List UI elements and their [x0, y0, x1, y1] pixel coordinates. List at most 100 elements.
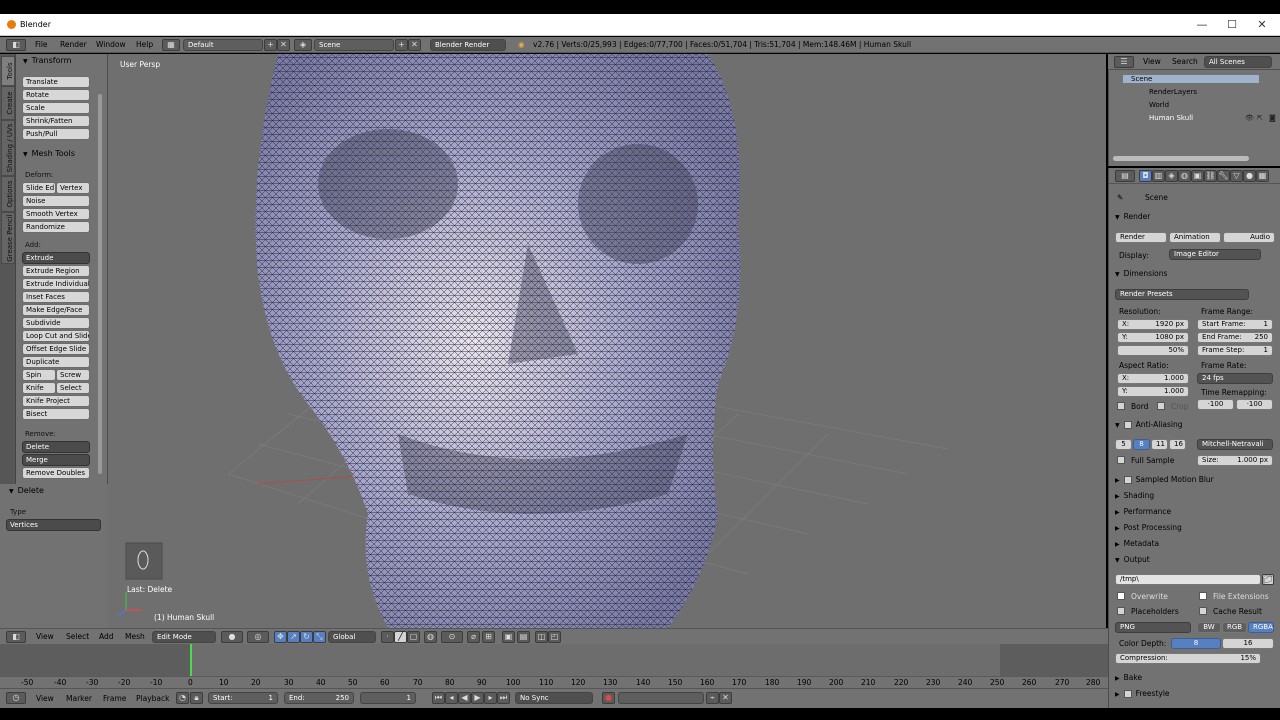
remove-layout-icon[interactable]: ✕	[277, 39, 290, 51]
snap-icon[interactable]: ⌀	[467, 631, 480, 643]
placeholders-checkbox[interactable]	[1117, 607, 1125, 615]
rotate-button[interactable]: Rotate	[22, 89, 90, 101]
aa-samples-5[interactable]: 5	[1115, 439, 1132, 450]
knife-project-button[interactable]: Knife Project	[22, 395, 90, 407]
randomize-button[interactable]: Randomize	[22, 221, 90, 233]
output-panel-header[interactable]: ▼ Output	[1115, 555, 1150, 564]
render-context-icon[interactable]: ◘	[1139, 170, 1152, 182]
remove-doubles-button[interactable]: Remove Doubles	[22, 467, 90, 479]
snap-element-icon[interactable]: ⊞	[482, 631, 495, 643]
delete-menu[interactable]: Delete	[22, 441, 90, 453]
color-depth-8-button[interactable]: 8	[1171, 638, 1221, 649]
delete-type-select[interactable]: Vertices	[6, 519, 101, 531]
scale-manipulator-icon[interactable]: ⤡	[313, 631, 326, 643]
jump-key-forward-icon[interactable]: ▸	[484, 692, 497, 704]
extrude-individual-button[interactable]: Extrude Individual	[22, 278, 90, 290]
frame-rate-select[interactable]: 24 fps	[1197, 373, 1273, 384]
push-pull-button[interactable]: Push/Pull	[22, 128, 90, 140]
close-button[interactable]: ✕	[1254, 17, 1270, 33]
animation-button[interactable]: Animation	[1169, 232, 1221, 243]
proportional-edit-icon[interactable]: ⊙	[441, 631, 463, 643]
aspect-x-field[interactable]: X: 1.000	[1117, 373, 1189, 384]
rotate-manipulator-icon[interactable]: ↻	[300, 631, 313, 643]
timeline-menu-frame[interactable]: Frame	[103, 694, 126, 703]
spin-button[interactable]: Spin	[22, 369, 56, 381]
play-reverse-icon[interactable]: ◀	[458, 692, 471, 704]
viewport-menu-view[interactable]: View	[36, 632, 54, 641]
resolution-y-field[interactable]: Y: 1080 px	[1117, 332, 1189, 343]
screen-layout-icon[interactable]: ▦	[162, 39, 180, 51]
tool-shelf-scrollbar[interactable]	[98, 94, 102, 474]
add-scene-icon[interactable]: +	[395, 39, 408, 51]
operator-panel-header[interactable]: ▼ Delete	[2, 484, 94, 498]
inset-faces-button[interactable]: Inset Faces	[22, 291, 90, 303]
shrink-fatten-button[interactable]: Shrink/Fatten	[22, 115, 90, 127]
border-checkbox[interactable]	[1117, 402, 1125, 410]
crop-checkbox[interactable]	[1157, 402, 1165, 410]
audio-button[interactable]: Audio	[1223, 232, 1275, 243]
material-context-icon[interactable]: ●	[1243, 170, 1256, 182]
color-depth-16-button[interactable]: 16	[1222, 638, 1274, 649]
aa-filter-select[interactable]: Mitchell-Netravali	[1197, 439, 1273, 450]
outliner-scrollbar[interactable]	[1113, 156, 1249, 161]
menu-help[interactable]: Help	[136, 40, 153, 49]
sync-mode-select[interactable]: No Sync	[515, 692, 593, 704]
menu-window[interactable]: Window	[96, 40, 126, 49]
aa-samples-11[interactable]: 11	[1151, 439, 1168, 450]
3d-viewport[interactable]: User Persp Last: Delete (1) Human Skull	[108, 54, 1106, 628]
resolution-percent-field[interactable]: 50%	[1117, 345, 1189, 356]
timeline-menu-marker[interactable]: Marker	[66, 694, 92, 703]
tab-create[interactable]: Create	[1, 86, 15, 120]
jump-end-icon[interactable]: ⏭	[497, 692, 510, 704]
world-context-icon[interactable]: ◍	[1178, 170, 1191, 182]
color-rgba-button[interactable]: RGBA	[1248, 622, 1274, 633]
outliner-menu-search[interactable]: Search	[1172, 57, 1198, 66]
shading-panel-header[interactable]: ▶ Shading	[1115, 491, 1154, 500]
post-processing-panel-header[interactable]: ▶ Post Processing	[1115, 523, 1182, 532]
pin-icon[interactable]: ✎	[1117, 193, 1123, 202]
aa-samples-8[interactable]: 8	[1133, 439, 1150, 450]
modifiers-context-icon[interactable]: 🔧︎	[1217, 170, 1230, 182]
tab-options[interactable]: Options	[1, 176, 15, 212]
camera-render-icon[interactable]: ◫	[535, 631, 548, 643]
duplicate-button[interactable]: Duplicate	[22, 356, 90, 368]
constraints-context-icon[interactable]: ⛓	[1204, 170, 1217, 182]
viewport-menu-add[interactable]: Add	[99, 632, 114, 641]
outliner-item-scene[interactable]: Scene	[1123, 75, 1259, 83]
color-bw-button[interactable]: BW	[1197, 622, 1221, 633]
maximize-button[interactable]: ☐	[1224, 17, 1240, 33]
render-button[interactable]: Render	[1115, 232, 1167, 243]
folder-browse-icon[interactable]: 📁︎	[1262, 574, 1274, 585]
play-icon[interactable]: ▶	[471, 692, 484, 704]
aa-samples-16[interactable]: 16	[1169, 439, 1186, 450]
subdivide-button[interactable]: Subdivide	[22, 317, 90, 329]
make-edge-face-button[interactable]: Make Edge/Face	[22, 304, 90, 316]
resolution-x-field[interactable]: X: 1920 px	[1117, 319, 1189, 330]
insert-keyframe-icon[interactable]: ⌁	[706, 692, 719, 704]
menu-render[interactable]: Render	[60, 40, 87, 49]
overwrite-checkbox[interactable]	[1117, 592, 1125, 600]
end-frame-field[interactable]: End: 250	[284, 692, 354, 704]
outliner-editor-type-icon[interactable]: ☰	[1114, 56, 1134, 68]
dimensions-panel-header[interactable]: ▼ Dimensions	[1115, 269, 1167, 278]
cache-result-checkbox[interactable]	[1199, 607, 1207, 615]
opengl-anim-icon[interactable]: ▤	[517, 631, 530, 643]
output-path-field[interactable]: /tmp\	[1115, 574, 1261, 585]
properties-editor-type-icon[interactable]: ▤	[1115, 170, 1135, 182]
viewport-menu-select[interactable]: Select	[66, 632, 89, 641]
add-layout-icon[interactable]: +	[264, 39, 277, 51]
aspect-y-field[interactable]: Y: 1.000	[1117, 386, 1189, 397]
timeline-menu-view[interactable]: View	[36, 694, 54, 703]
shading-mode-icon[interactable]: ●	[221, 631, 243, 643]
vertex-select-icon[interactable]: ·	[381, 631, 394, 643]
anti-aliasing-checkbox[interactable]	[1123, 421, 1132, 429]
minimize-button[interactable]: —	[1194, 17, 1210, 33]
screw-button[interactable]: Screw	[56, 369, 90, 381]
start-frame-field[interactable]: Start: 1	[208, 692, 278, 704]
compression-field[interactable]: Compression: 15%	[1115, 653, 1261, 664]
outliner-item-human-skull[interactable]: Human Skull	[1149, 114, 1193, 122]
anti-aliasing-panel-header[interactable]: ▼ Anti-Aliasing	[1115, 420, 1182, 429]
manipulator-icon[interactable]: ✥	[274, 631, 287, 643]
scene-context-icon[interactable]: ◈	[1165, 170, 1178, 182]
render-presets-select[interactable]: Render Presets	[1115, 289, 1249, 300]
